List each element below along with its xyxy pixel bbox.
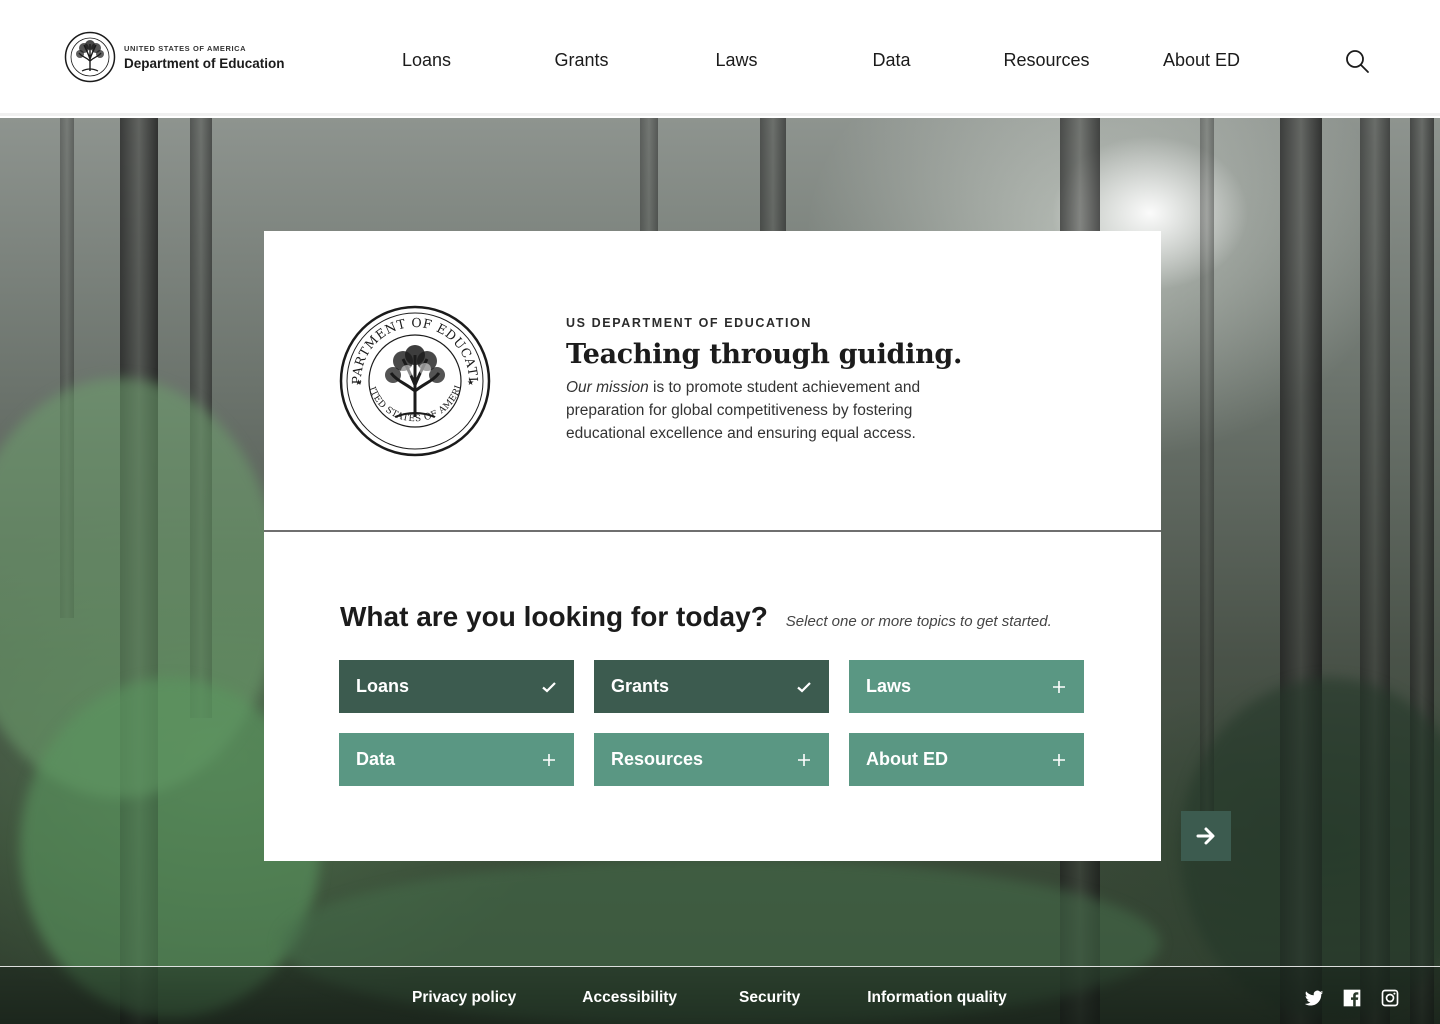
topic-label: About ED (866, 749, 948, 769)
intro-headline: Teaching through guiding. (566, 339, 963, 370)
footer-links: Privacy policy Accessibility Security In… (412, 989, 1007, 1007)
seal-icon (64, 31, 116, 83)
topic-about-ed[interactable]: About ED (849, 733, 1084, 786)
footer-link-security[interactable]: Security (739, 989, 800, 1007)
nav-item-about-ed[interactable]: About ED (1124, 50, 1279, 71)
arrow-right-icon (1196, 827, 1215, 845)
topic-question: What are you looking for today? (340, 601, 768, 632)
topic-resources[interactable]: Resources (594, 733, 829, 786)
footer-link-information-quality[interactable]: Information quality (867, 989, 1007, 1007)
topic-grid: Loans Grants Laws Data Resources About E… (339, 660, 1084, 786)
nav-item-data[interactable]: Data (814, 50, 969, 71)
welcome-card: DEPARTMENT OF EDUCATION UNITED STATES OF… (264, 231, 1161, 861)
main-nav: Loans Grants Laws Data Resources About E… (349, 50, 1279, 71)
site-logo[interactable]: UNITED STATES OF AMERICA Department of E… (64, 31, 285, 83)
topic-question-row: What are you looking for today? Select o… (340, 601, 1052, 633)
topic-label: Data (356, 749, 396, 769)
tree-trunk (640, 118, 658, 238)
check-icon (542, 681, 556, 693)
mission-emphasis: Our mission (566, 379, 649, 396)
plus-icon (1053, 680, 1065, 693)
topic-laws[interactable]: Laws (849, 660, 1084, 713)
logo-subtitle: UNITED STATES OF AMERICA (124, 43, 247, 53)
card-divider (264, 530, 1161, 532)
topic-label: Loans (356, 676, 410, 696)
topic-loans[interactable]: Loans (339, 660, 574, 713)
instagram-icon[interactable] (1380, 988, 1400, 1008)
site-footer: Privacy policy Accessibility Security In… (0, 966, 1440, 1024)
topic-label: Resources (611, 749, 704, 769)
plus-icon (543, 753, 555, 766)
plus-icon (1053, 753, 1065, 766)
check-icon (797, 681, 811, 693)
svg-text:★: ★ (467, 378, 474, 387)
intro-block: US DEPARTMENT OF EDUCATION Teaching thro… (566, 316, 966, 445)
social-links (1304, 988, 1400, 1008)
next-button[interactable] (1181, 811, 1231, 861)
site-header: UNITED STATES OF AMERICA Department of E… (0, 0, 1440, 116)
facebook-icon[interactable] (1342, 988, 1362, 1008)
tree-trunk (760, 118, 786, 238)
nav-item-laws[interactable]: Laws (659, 50, 814, 71)
logo-title: Department of Education (124, 55, 285, 71)
svg-text:★: ★ (355, 378, 362, 387)
mission-statement: Our mission is to promote student achiev… (566, 376, 956, 445)
footer-link-accessibility[interactable]: Accessibility (582, 989, 677, 1007)
tree-trunk (1200, 118, 1214, 818)
topic-grants[interactable]: Grants (594, 660, 829, 713)
topic-hint: Select one or more topics to get started… (785, 613, 1052, 630)
footer-link-privacy[interactable]: Privacy policy (412, 989, 516, 1007)
intro-eyebrow: US DEPARTMENT OF EDUCATION (566, 316, 812, 330)
nav-item-grants[interactable]: Grants (504, 50, 659, 71)
plus-icon (798, 753, 810, 766)
department-seal-icon: DEPARTMENT OF EDUCATION UNITED STATES OF… (339, 305, 491, 457)
twitter-icon[interactable] (1304, 988, 1324, 1008)
topic-label: Laws (866, 676, 912, 696)
topic-data[interactable]: Data (339, 733, 574, 786)
topic-label: Grants (611, 676, 670, 696)
nav-item-loans[interactable]: Loans (349, 50, 504, 71)
search-icon[interactable] (1344, 48, 1370, 74)
nav-item-resources[interactable]: Resources (969, 50, 1124, 71)
